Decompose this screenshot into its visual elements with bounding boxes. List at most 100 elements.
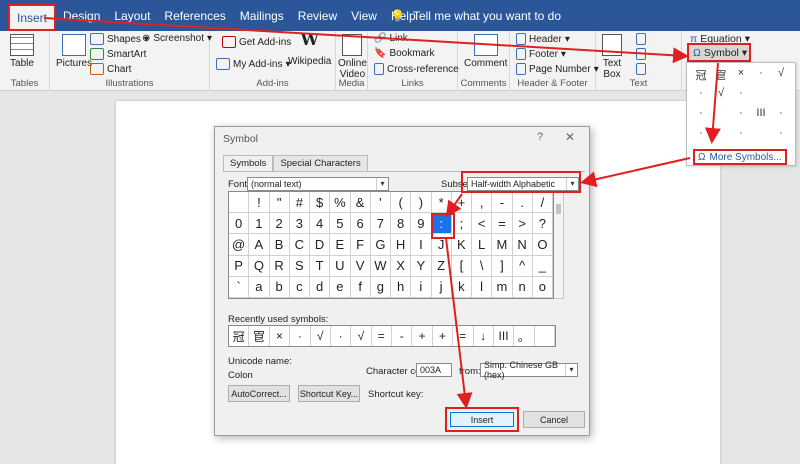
- symbol-cell[interactable]: D: [310, 234, 331, 256]
- my-addins-button[interactable]: My Add-ins ▾: [216, 58, 291, 70]
- symbol-cell[interactable]: G: [370, 234, 391, 256]
- recent-symbol-cell[interactable]: 冟: [249, 326, 270, 346]
- symbol-cell[interactable]: e: [330, 276, 351, 298]
- more-symbols-item[interactable]: Ω More Symbols...: [693, 149, 787, 165]
- gallery-symbol[interactable]: ·: [751, 67, 771, 79]
- symbol-cell[interactable]: *: [431, 192, 452, 214]
- gallery-symbol[interactable]: √: [771, 67, 791, 79]
- symbol-cell[interactable]: &: [350, 192, 371, 214]
- symbol-cell[interactable]: ]: [492, 255, 513, 277]
- symbol-cell[interactable]: !: [249, 192, 270, 214]
- tab-layout[interactable]: Layout: [107, 0, 157, 31]
- symbol-cell[interactable]: ?: [532, 213, 553, 235]
- gallery-symbol[interactable]: III: [751, 107, 771, 119]
- symbol-cell[interactable]: j: [431, 276, 452, 298]
- symbol-cell[interactable]: Q: [249, 255, 270, 277]
- symbol-cell[interactable]: .: [512, 192, 533, 214]
- recent-symbol-cell[interactable]: =: [372, 326, 392, 346]
- symbol-cell[interactable]: R: [269, 255, 290, 277]
- symbol-cell[interactable]: L: [472, 234, 493, 256]
- font-select[interactable]: (normal text) ▾: [247, 177, 389, 191]
- close-icon[interactable]: ✕: [565, 130, 575, 144]
- tab-insert[interactable]: Insert: [8, 4, 57, 31]
- gallery-symbol[interactable]: ·: [691, 107, 711, 119]
- drop-cap-button[interactable]: [636, 63, 646, 75]
- symbol-cell[interactable]: ;: [451, 213, 472, 235]
- symbol-cell[interactable]: 9: [411, 213, 432, 235]
- symbol-cell[interactable]: 1: [249, 213, 270, 235]
- symbol-cell[interactable]: @: [229, 234, 250, 256]
- from-select[interactable]: Simp. Chinese GB (hex) ▾: [480, 360, 578, 380]
- symbol-cell[interactable]: 3: [289, 213, 310, 235]
- tell-me-box[interactable]: 💡 Tell me what you want to do: [390, 0, 561, 31]
- symbol-cell[interactable]: g: [370, 276, 391, 298]
- symbol-cell[interactable]: I: [411, 234, 432, 256]
- scroll-thumb[interactable]: [556, 204, 561, 214]
- recent-symbol-cell[interactable]: √: [311, 326, 331, 346]
- symbol-cell[interactable]: X: [391, 255, 412, 277]
- symbol-cell[interactable]: 6: [350, 213, 371, 235]
- tab-symbols[interactable]: Symbols: [223, 155, 274, 171]
- gallery-symbol[interactable]: ×: [731, 67, 751, 79]
- tab-design[interactable]: Design: [56, 0, 107, 31]
- symbol-cell[interactable]: `: [229, 276, 250, 298]
- symbol-button[interactable]: Ω Symbol ▾: [687, 43, 751, 62]
- symbol-cell[interactable]: =: [492, 213, 513, 235]
- gallery-symbol[interactable]: ·: [731, 107, 751, 119]
- symbol-cell[interactable]: [229, 192, 250, 214]
- tab-view[interactable]: View: [344, 0, 384, 31]
- symbol-cell[interactable]: M: [492, 234, 513, 256]
- symbol-cell[interactable]: 0: [229, 213, 250, 235]
- symbol-cell[interactable]: ^: [512, 255, 533, 277]
- symbol-cell[interactable]: ): [411, 192, 432, 214]
- symbol-cell[interactable]: J: [431, 234, 452, 256]
- header-button[interactable]: Header ▾: [516, 33, 570, 45]
- comment-button[interactable]: Comment: [464, 34, 507, 69]
- recent-symbol-cell[interactable]: +: [412, 326, 433, 346]
- symbol-cell[interactable]: E: [330, 234, 351, 256]
- wikipedia-button[interactable]: W Wikipedia: [288, 32, 331, 68]
- tab-mailings[interactable]: Mailings: [233, 0, 291, 31]
- symbol-cell[interactable]: 2: [269, 213, 290, 235]
- symbol-cell[interactable]: #: [289, 192, 310, 214]
- symbol-cell[interactable]: %: [330, 192, 351, 214]
- symbol-cell[interactable]: ": [269, 192, 290, 214]
- symbol-cell[interactable]: W: [370, 255, 391, 277]
- symbol-cell[interactable]: V: [350, 255, 371, 277]
- gallery-symbol[interactable]: ·: [731, 87, 751, 99]
- gallery-symbol[interactable]: ·: [771, 127, 791, 139]
- footer-button[interactable]: Footer ▾: [516, 48, 566, 60]
- symbol-cell[interactable]: >: [512, 213, 533, 235]
- gallery-symbol[interactable]: 冟: [711, 67, 731, 83]
- symbol-cell[interactable]: F: [350, 234, 371, 256]
- symbol-cell[interactable]: Y: [411, 255, 432, 277]
- symbol-cell[interactable]: +: [451, 192, 472, 214]
- symbol-cell[interactable]: ,: [472, 192, 493, 214]
- symbol-cell[interactable]: 8: [391, 213, 412, 235]
- link-button[interactable]: 🔗 Link: [374, 33, 408, 44]
- symbol-cell[interactable]: ': [370, 192, 391, 214]
- symbol-cell[interactable]: n: [512, 276, 533, 298]
- symbol-cell[interactable]: K: [451, 234, 472, 256]
- autocorrect-button[interactable]: AutoCorrect...: [228, 385, 290, 402]
- recent-symbol-cell[interactable]: 。: [514, 326, 535, 346]
- symbol-cell[interactable]: h: [391, 276, 412, 298]
- tab-review[interactable]: Review: [291, 0, 344, 31]
- symbol-cell[interactable]: <: [472, 213, 493, 235]
- symbol-grid-scrollbar[interactable]: [554, 191, 564, 299]
- subset-select[interactable]: Half-width Alphabetic ▾: [467, 177, 579, 191]
- symbol-cell[interactable]: H: [391, 234, 412, 256]
- recent-symbol-cell[interactable]: ×: [270, 326, 291, 346]
- symbol-cell[interactable]: \: [472, 255, 493, 277]
- symbol-cell[interactable]: [: [451, 255, 472, 277]
- symbol-cell[interactable]: 5: [330, 213, 351, 235]
- char-code-field[interactable]: 003A: [416, 363, 452, 377]
- gallery-symbol[interactable]: ·: [771, 107, 791, 119]
- symbol-cell[interactable]: T: [310, 255, 331, 277]
- gallery-symbol[interactable]: ·: [691, 87, 711, 99]
- recent-symbol-cell[interactable]: [535, 326, 555, 346]
- symbol-cell[interactable]: 7: [370, 213, 391, 235]
- symbol-cell[interactable]: $: [310, 192, 331, 214]
- chart-button[interactable]: Chart: [90, 63, 131, 75]
- symbol-cell[interactable]: k: [451, 276, 472, 298]
